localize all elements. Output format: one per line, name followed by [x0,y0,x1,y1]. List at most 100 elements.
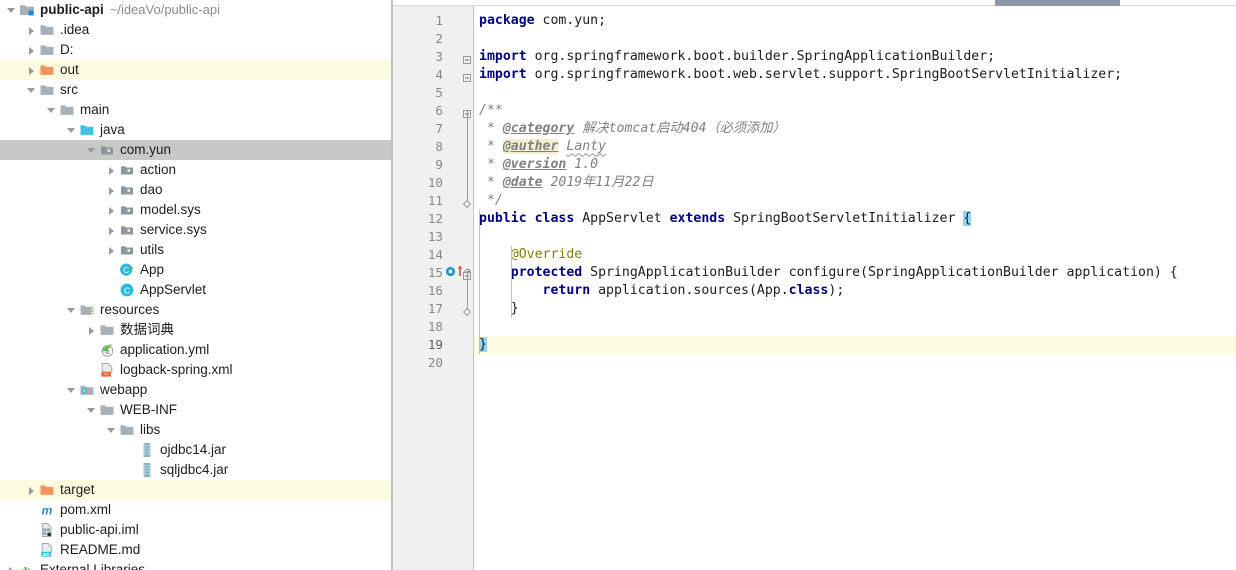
tree-node-readme-md[interactable]: MD README.md [0,540,393,560]
chevron-down-icon[interactable] [66,305,77,316]
tree-node-resources[interactable]: resources [0,300,393,320]
code-lines[interactable]: 1 package com.yun; 2 3 import org.springfram… [393,12,1236,372]
source-root-folder-icon [79,122,95,138]
external-libraries-icon [19,562,35,570]
tree-node-service-sys[interactable]: service.sys [0,220,393,240]
code-line[interactable]: 8 * @auther Lanty [393,138,1236,156]
code-line[interactable]: 9 * @version 1.0 [393,156,1236,174]
tree-node-label: out [60,62,79,77]
chevron-right-icon[interactable] [26,485,37,496]
fold-collapse-icon[interactable] [462,52,472,70]
tree-node-sqljdbc4-jar[interactable]: sqljdbc4.jar [0,460,393,480]
tree-node-d[interactable]: D: [0,40,393,60]
tree-node-external-libraries[interactable]: External Libraries [0,560,393,570]
tree-node-model-sys[interactable]: model.sys [0,200,393,220]
tree-node-label: .idea [60,22,90,37]
tree-node-public-api-iml[interactable]: public-api.iml [0,520,393,540]
code-line[interactable]: 5 [393,84,1236,102]
chevron-down-icon[interactable] [106,425,117,436]
chevron-right-icon[interactable] [26,45,37,56]
indent-guide [511,246,512,318]
tree-node-pom-xml[interactable]: m pom.xml [0,500,393,520]
code-line-text: package com.yun; [479,13,607,28]
tree-node-out[interactable]: out [0,60,393,80]
tree-node-src[interactable]: src [0,80,393,100]
tree-node-ojdbc14-jar[interactable]: ojdbc14.jar [0,440,393,460]
code-line[interactable]: 18 [393,318,1236,336]
panel-divider[interactable] [391,0,393,570]
chevron-right-icon[interactable] [106,165,117,176]
tree-node-application-yml[interactable]: application.yml [0,340,393,360]
code-line[interactable]: 11 */ [393,192,1236,210]
fold-end-icon[interactable] [462,304,472,322]
java-class-icon: C [119,282,135,298]
fold-end-icon[interactable] [462,196,472,214]
tree-node-webapp[interactable]: webapp [0,380,393,400]
tree-node-action[interactable]: action [0,160,393,180]
chevron-right-icon[interactable] [106,225,117,236]
tree-node-public-api[interactable]: public-api ~/ideaVo/public-api [0,0,393,20]
chevron-right-icon[interactable] [86,325,97,336]
chevron-right-icon[interactable] [106,185,117,196]
tree-node-logback-spring-xml[interactable]: <> logback-spring.xml [0,360,393,380]
horizontal-scrollbar-thumb[interactable] [995,0,1120,6]
code-area[interactable]: 1 package com.yun; 2 3 import org.springfram… [393,6,1236,570]
code-line[interactable]: 13 [393,228,1236,246]
chevron-down-icon[interactable] [6,5,17,16]
code-line[interactable]: 17 } [393,300,1236,318]
tree-node-java[interactable]: java [0,120,393,140]
chevron-down-icon[interactable] [86,405,97,416]
tree-node-target[interactable]: target [0,480,393,500]
gutter-icons-layer[interactable]: @ [393,6,471,570]
tree-node-com-yun[interactable]: com.yun [0,140,393,160]
code-line[interactable]: 16 return application.sources(App.class)… [393,282,1236,300]
chevron-down-icon[interactable] [26,85,37,96]
tree-node-app[interactable]: C App [0,260,393,280]
tree-node-main[interactable]: main [0,100,393,120]
code-line[interactable]: 6/** [393,102,1236,120]
folder-icon [119,422,135,438]
chevron-down-icon[interactable] [66,385,77,396]
horizontal-scrollbar[interactable] [393,0,1236,6]
chevron-down-icon[interactable] [86,145,97,156]
svg-text:C: C [123,266,129,275]
tree-node-utils[interactable]: utils [0,240,393,260]
chevron-down-icon[interactable] [66,125,77,136]
chevron-right-icon[interactable] [106,245,117,256]
svg-text:MD: MD [43,552,50,557]
tree-node-libs[interactable]: libs [0,420,393,440]
excluded-folder-icon [39,62,55,78]
overriding-method-icon[interactable] [445,264,456,282]
project-path: ~/ideaVo/public-api [109,2,220,17]
tree-node-appservlet[interactable]: C AppServlet [0,280,393,300]
chevron-down-icon[interactable] [46,105,57,116]
fold-collapse-icon[interactable] [462,70,472,88]
chevron-right-icon[interactable] [26,25,37,36]
code-line[interactable]: 19} [393,336,1236,354]
tree-node-dao[interactable]: dao [0,180,393,200]
project-tree[interactable]: public-api ~/ideaVo/public-api .idea D: o… [0,0,393,570]
code-line[interactable]: 2 [393,30,1236,48]
code-line[interactable]: 12 public class AppServlet extends Spring… [393,210,1236,228]
code-line[interactable]: 3 import org.springframework.boot.builder… [393,48,1236,66]
code-line-text: */ [479,193,503,208]
tree-node-label: ojdbc14.jar [160,442,227,457]
tree-node-label: java [100,122,125,137]
tree-node-web-inf[interactable]: WEB-INF [0,400,393,420]
chevron-right-icon[interactable] [6,565,17,570]
code-line[interactable]: 1 package com.yun; [393,12,1236,30]
tree-node-[interactable]: 数据词典 [0,320,393,340]
code-line[interactable]: 7 * @category 解决tomcat启动404（必须添加） [393,120,1236,138]
project-tool-window[interactable]: public-api ~/ideaVo/public-api .idea D: o… [0,0,393,570]
xml-file-icon: <> [99,362,115,378]
chevron-right-icon[interactable] [26,65,37,76]
code-line[interactable]: 14 @Override [393,246,1236,264]
tree-node-idea[interactable]: .idea [0,20,393,40]
code-line[interactable]: 20 [393,354,1236,372]
code-line[interactable]: 15 protected SpringApplicationBuilder co… [393,264,1236,282]
code-line[interactable]: 4 import org.springframework.boot.web.ser… [393,66,1236,84]
code-editor[interactable]: 1 package com.yun; 2 3 import org.springfram… [393,0,1236,570]
chevron-right-icon[interactable] [106,205,117,216]
code-line[interactable]: 10 * @date 2019年11月22日 [393,174,1236,192]
